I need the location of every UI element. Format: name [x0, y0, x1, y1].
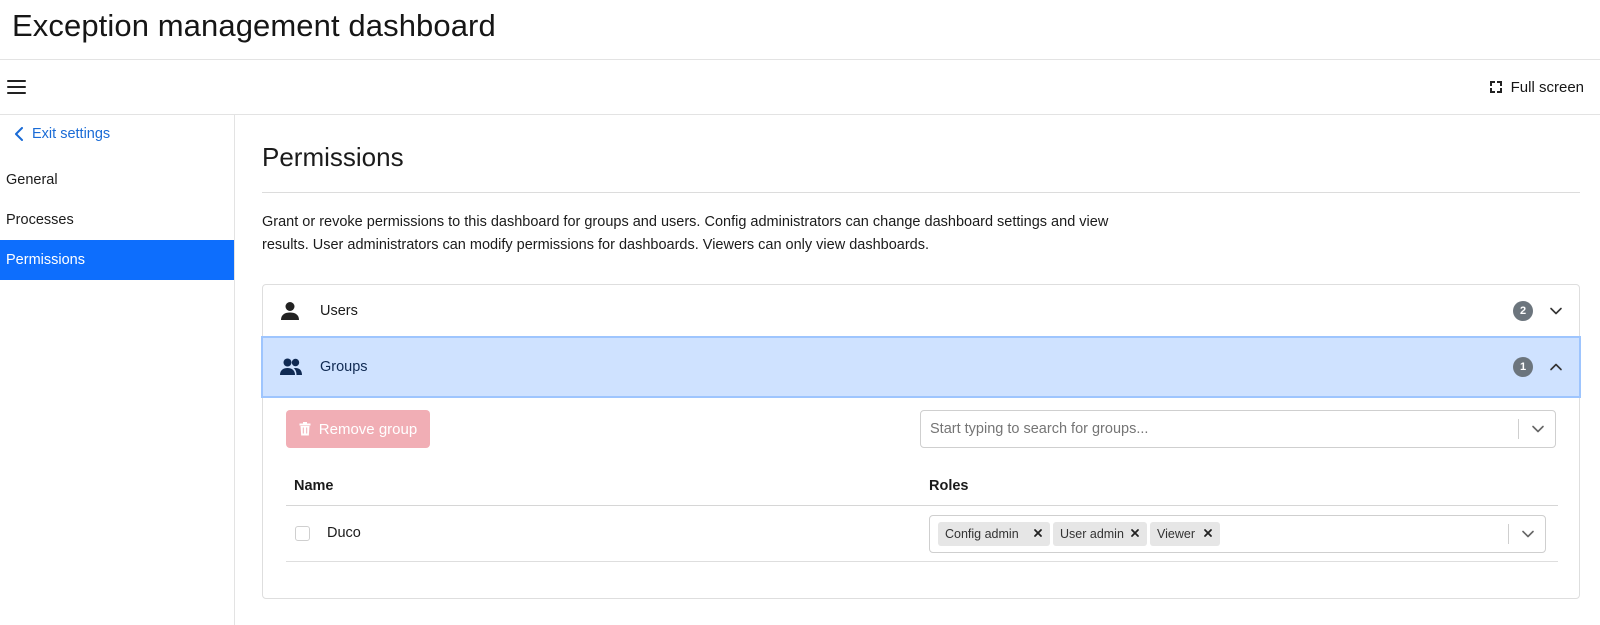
title-divider [262, 192, 1580, 193]
role-chip: Config admin [938, 522, 1050, 546]
person-icon [281, 302, 299, 320]
select-separator [1508, 524, 1509, 544]
page-title: Permissions [262, 142, 404, 172]
role-chip: User admin [1053, 522, 1147, 546]
remove-role-icon[interactable] [1201, 526, 1215, 540]
chevron-up-icon [1550, 363, 1562, 371]
remove-group-button[interactable]: Remove group [286, 410, 430, 448]
chevron-down-icon [1550, 307, 1562, 315]
toolbar: Full screen [0, 60, 1600, 115]
group-name: Duco [327, 525, 361, 541]
fullscreen-label: Full screen [1510, 78, 1584, 96]
remove-role-icon[interactable] [1031, 526, 1045, 540]
hamburger-menu-icon[interactable] [6, 76, 28, 98]
column-header-name: Name [294, 478, 334, 494]
table-row: Duco Config admin User admin Viewer [286, 505, 1558, 561]
group-search-input[interactable] [921, 411, 1511, 447]
trash-icon [299, 422, 311, 436]
roles-multiselect[interactable]: Config admin User admin Viewer [929, 515, 1546, 553]
role-chip-label: Config admin [945, 527, 1019, 541]
people-icon [280, 358, 302, 375]
app-title: Exception management dashboard [12, 8, 496, 43]
exit-settings-label: Exit settings [32, 126, 111, 142]
accordion-groups-label: Groups [320, 359, 368, 375]
sidebar-item-processes[interactable]: Processes [0, 200, 234, 240]
exit-settings-link[interactable]: Exit settings [14, 126, 110, 142]
remove-role-icon[interactable] [1128, 526, 1142, 540]
role-chip-label: User admin [1060, 527, 1124, 541]
sidebar-item-label: Permissions [6, 252, 85, 268]
accordion-groups-header[interactable]: Groups 1 [261, 336, 1581, 398]
group-search-select[interactable] [920, 410, 1556, 448]
sidebar-item-general[interactable]: General [0, 160, 234, 200]
role-chip-label: Viewer [1157, 527, 1195, 541]
page-description: Grant or revoke permissions to this dash… [262, 214, 1109, 253]
table-row-divider [286, 561, 1558, 562]
role-chip: Viewer [1150, 522, 1220, 546]
sidebar-item-label: General [6, 172, 58, 188]
users-count-badge: 2 [1513, 301, 1533, 321]
fullscreen-button[interactable]: Full screen [1489, 76, 1584, 98]
select-separator [1518, 419, 1519, 439]
chevron-down-icon[interactable] [1531, 422, 1545, 436]
row-checkbox[interactable] [295, 526, 310, 541]
remove-group-label: Remove group [318, 420, 418, 438]
permissions-panel: Users 2 Groups 1 Remove group Name Roles [261, 284, 1581, 599]
accordion-users-header[interactable]: Users 2 [263, 285, 1579, 338]
accordion-users-label: Users [320, 303, 358, 319]
settings-sidebar: Exit settings General Processes Permissi… [0, 115, 235, 625]
sidebar-item-permissions[interactable]: Permissions [0, 240, 234, 280]
groups-count-badge: 1 [1513, 357, 1533, 377]
app-header: Exception management dashboard [0, 0, 1600, 60]
column-header-roles: Roles [929, 478, 969, 494]
chevron-left-icon [15, 127, 23, 141]
fullscreen-icon [1489, 80, 1503, 94]
sidebar-item-label: Processes [6, 212, 74, 228]
chevron-down-icon[interactable] [1521, 527, 1535, 541]
